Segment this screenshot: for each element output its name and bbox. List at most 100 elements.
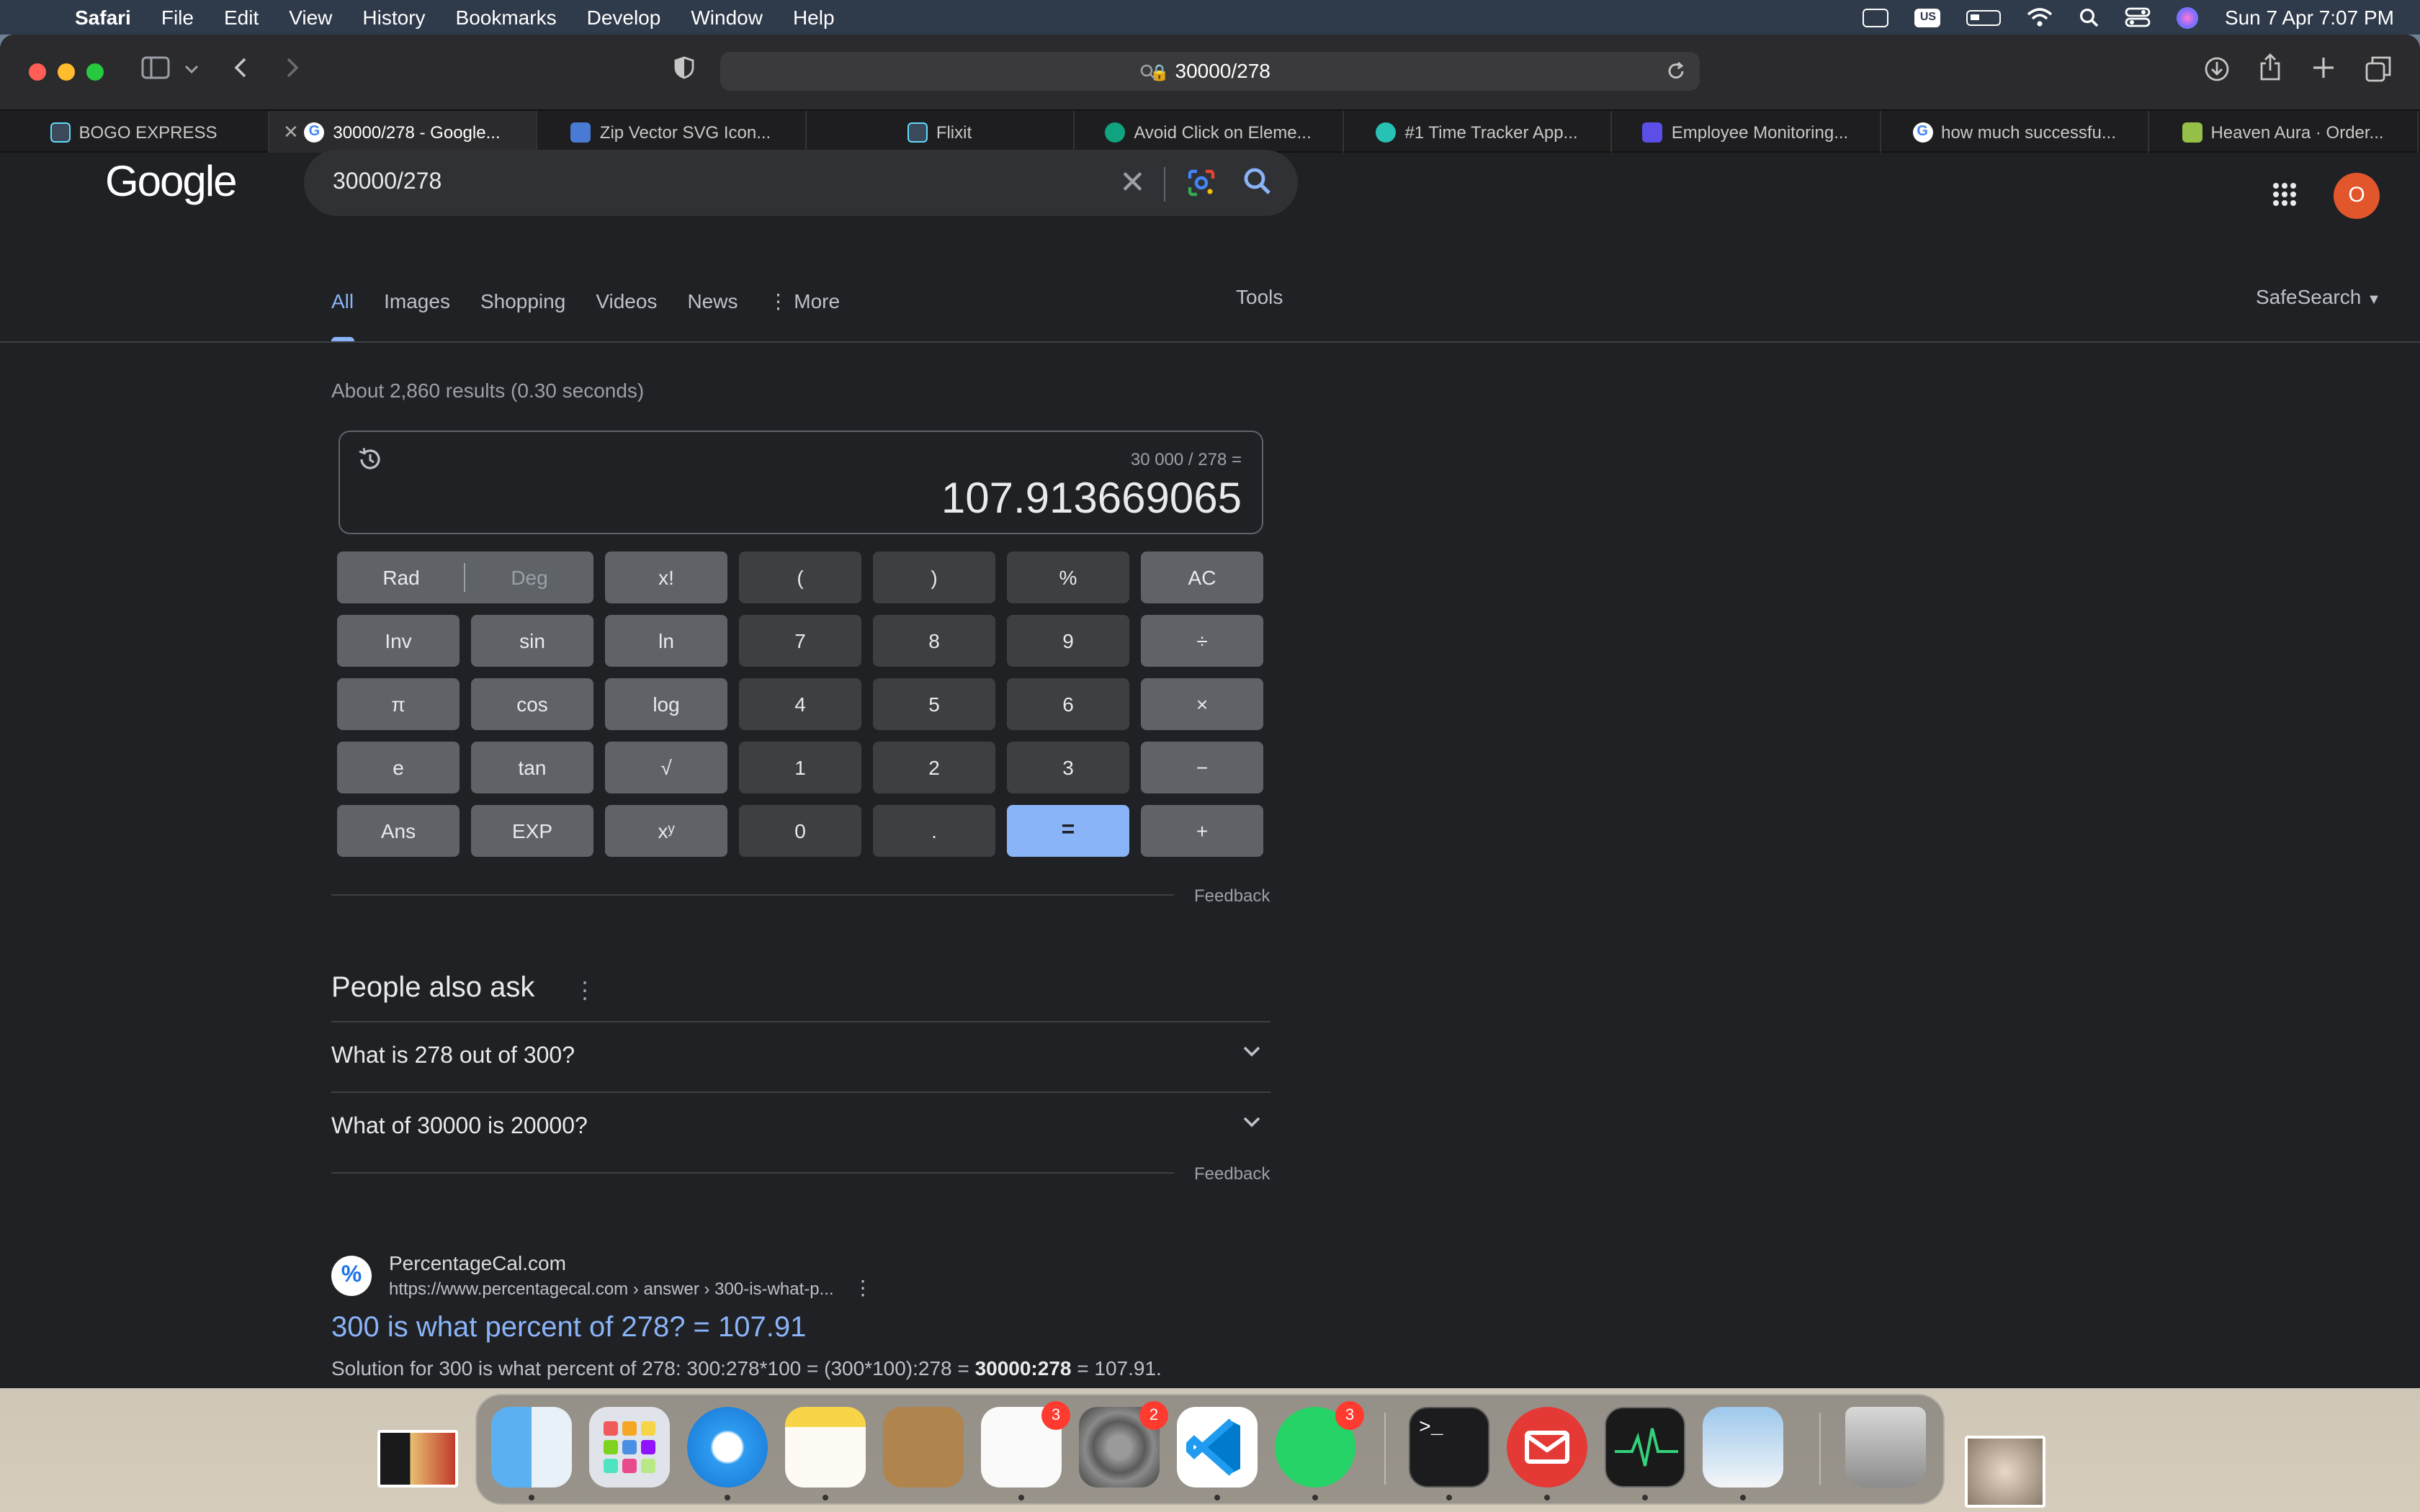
pi-key[interactable]: π [337, 678, 460, 730]
close-paren-key[interactable]: ) [873, 552, 995, 603]
back-arrow-icon[interactable] [233, 56, 248, 79]
log-key[interactable]: log [605, 678, 727, 730]
preview-icon[interactable] [1703, 1407, 1783, 1488]
clear-search-icon[interactable]: ✕ [1119, 164, 1146, 202]
menu-bookmarks[interactable]: Bookmarks [456, 6, 557, 29]
inverse-key[interactable]: Inv [337, 615, 460, 667]
google-lens-icon[interactable] [1186, 167, 1217, 199]
answer-key[interactable]: Ans [337, 805, 460, 857]
tab-all[interactable]: All [331, 285, 354, 343]
digit-6-key[interactable]: 6 [1007, 678, 1129, 730]
contacts-icon[interactable] [883, 1407, 964, 1488]
digit-1-key[interactable]: 1 [739, 742, 861, 793]
menu-help[interactable]: Help [793, 6, 835, 29]
menu-view[interactable]: View [289, 6, 332, 29]
digit-3-key[interactable]: 3 [1007, 742, 1129, 793]
safari-compass-icon[interactable] [687, 1407, 768, 1488]
keyboard-status-icon[interactable] [1863, 8, 1889, 27]
google-logo[interactable]: Google [105, 158, 237, 207]
reload-icon[interactable] [1667, 62, 1685, 81]
chevron-down-icon[interactable] [184, 63, 199, 75]
reminders-icon[interactable]: 3 [981, 1401, 1070, 1488]
result-site-name[interactable]: PercentageCal.com [389, 1251, 566, 1274]
sin-key[interactable]: sin [471, 615, 593, 667]
google-apps-icon[interactable] [2272, 181, 2298, 207]
downloads-icon[interactable] [2204, 56, 2230, 82]
whatsapp-icon[interactable]: 3 [1275, 1401, 1364, 1488]
new-tab-icon[interactable] [2312, 56, 2335, 79]
trash-icon[interactable] [1845, 1407, 1926, 1488]
cos-key[interactable]: cos [471, 678, 593, 730]
result-more-icon[interactable]: ⋮ [853, 1276, 873, 1300]
result-title-link[interactable]: 300 is what percent of 278? = 107.91 [331, 1312, 806, 1345]
factorial-key[interactable]: x! [605, 552, 727, 603]
menu-develop[interactable]: Develop [587, 6, 661, 29]
launchpad-icon[interactable] [589, 1407, 670, 1488]
input-source-icon[interactable]: US [1914, 8, 1941, 27]
safesearch-button[interactable]: SafeSearch ▼ [2256, 285, 2381, 308]
wifi-icon[interactable] [2027, 7, 2053, 27]
calculator-feedback-link[interactable]: Feedback [1194, 886, 1270, 906]
digit-4-key[interactable]: 4 [739, 678, 861, 730]
ln-key[interactable]: ln [605, 615, 727, 667]
history-icon[interactable] [357, 446, 383, 472]
equals-key[interactable]: = [1007, 805, 1129, 857]
zoom-window-button[interactable] [86, 63, 104, 81]
search-input[interactable]: 30000/278 [333, 170, 442, 196]
tab-news[interactable]: News [687, 285, 738, 343]
sqrt-key[interactable]: √ [605, 742, 727, 793]
privacy-shield-icon[interactable] [674, 56, 694, 79]
rad-deg-toggle[interactable]: Rad Deg [337, 552, 593, 603]
result-url[interactable]: https://www.percentagecal.com › answer ›… [389, 1279, 834, 1299]
digit-5-key[interactable]: 5 [873, 678, 995, 730]
finder-icon[interactable] [491, 1407, 572, 1488]
open-paren-key[interactable]: ( [739, 552, 861, 603]
share-icon[interactable] [2259, 53, 2282, 82]
divide-key[interactable]: ÷ [1141, 615, 1263, 667]
gear-icon[interactable]: 2 [1079, 1401, 1168, 1488]
menu-window[interactable]: Window [691, 6, 763, 29]
tab-more[interactable]: ⋮ More [768, 285, 840, 343]
multiply-key[interactable]: × [1141, 678, 1263, 730]
exp-key[interactable]: EXP [471, 805, 593, 857]
tab-images[interactable]: Images [384, 285, 450, 343]
search-box[interactable]: 30000/278 ✕ [304, 150, 1298, 216]
menu-history[interactable]: History [362, 6, 425, 29]
menu-app-safari[interactable]: Safari [75, 6, 131, 29]
tab-shopping[interactable]: Shopping [480, 285, 565, 343]
digit-9-key[interactable]: 9 [1007, 615, 1129, 667]
forward-arrow-icon[interactable] [285, 56, 300, 79]
paa-feedback-link[interactable]: Feedback [1194, 1164, 1270, 1184]
add-key[interactable]: + [1141, 805, 1263, 857]
rad-key[interactable]: Rad [382, 566, 419, 589]
paa-question[interactable]: What of 30000 is 20000? [331, 1092, 1270, 1161]
desktop-image-thumbnail[interactable] [1965, 1436, 2045, 1508]
spotlight-search-icon[interactable] [2079, 7, 2099, 27]
subtract-key[interactable]: − [1141, 742, 1263, 793]
digit-8-key[interactable]: 8 [873, 615, 995, 667]
menu-edit[interactable]: Edit [224, 6, 259, 29]
minimize-window-button[interactable] [58, 63, 75, 81]
search-icon[interactable] [1240, 164, 1275, 199]
tab-videos[interactable]: Videos [596, 285, 657, 343]
tan-key[interactable]: tan [471, 742, 593, 793]
activity-monitor-icon[interactable] [1605, 1407, 1685, 1488]
address-bar[interactable]: 🔒 30000/278 [720, 52, 1700, 91]
sidebar-toggle-icon[interactable] [141, 56, 170, 79]
deg-key[interactable]: Deg [511, 566, 547, 589]
control-center-icon[interactable] [2125, 7, 2151, 27]
more-options-icon[interactable]: ⋮ [573, 976, 596, 1005]
tools-button[interactable]: Tools [1236, 285, 1283, 308]
percentagecal-favicon[interactable]: % [331, 1256, 372, 1296]
digit-0-key[interactable]: 0 [739, 805, 861, 857]
tab-overview-icon[interactable] [2365, 56, 2391, 82]
menu-clock[interactable]: Sun 7 Apr 7:07 PM [2225, 6, 2394, 29]
mail-icon[interactable] [1507, 1407, 1587, 1488]
euler-key[interactable]: e [337, 742, 460, 793]
vscode-icon[interactable] [1177, 1407, 1258, 1488]
desktop-image-thumbnail[interactable] [377, 1430, 458, 1488]
all-clear-key[interactable]: AC [1141, 552, 1263, 603]
siri-icon[interactable] [2177, 6, 2199, 28]
paa-question[interactable]: What is 278 out of 300? [331, 1021, 1270, 1090]
decimal-key[interactable]: . [873, 805, 995, 857]
